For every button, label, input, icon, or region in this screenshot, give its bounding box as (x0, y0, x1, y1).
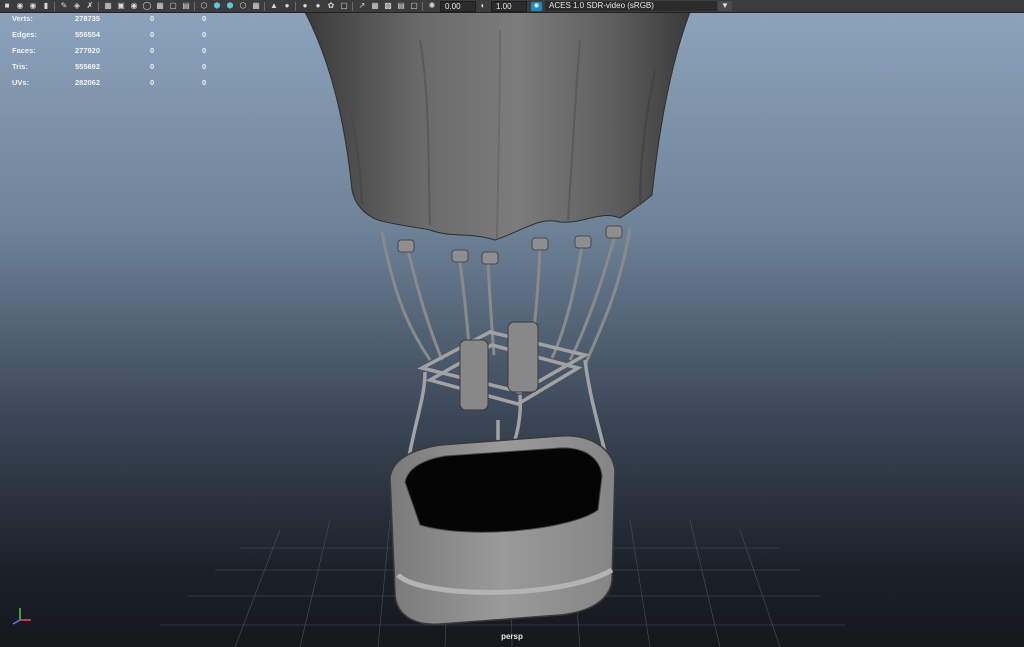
hud-value: 556554 (75, 30, 101, 39)
hud-value: 0 (202, 30, 207, 39)
depth-of-field-icon[interactable]: ✿ (325, 1, 337, 11)
grid-icon[interactable]: ▦ (102, 1, 114, 11)
toolbar-separator (422, 1, 423, 11)
safe-title-icon[interactable]: ▤ (180, 1, 192, 11)
wireframe-icon[interactable]: ⬡ (198, 1, 210, 11)
hud-value: 0 (150, 62, 155, 71)
image-plane-icon[interactable]: ◈ (71, 1, 83, 11)
chevron-down-icon[interactable]: ▼ (718, 1, 732, 11)
gamma-field[interactable]: 1.00 (491, 0, 527, 12)
toolbar-separator (295, 1, 296, 11)
hud-value: 0 (150, 14, 155, 23)
backface-culling-icon[interactable]: ▤ (395, 1, 407, 11)
gate-mask-icon[interactable]: ◯ (141, 1, 153, 11)
camera-icon[interactable]: ■ (1, 1, 13, 11)
xray-active-components-icon[interactable]: ▩ (382, 1, 394, 11)
bookmark-camera-icon[interactable]: ◉ (27, 1, 39, 11)
toolbar-separator (352, 1, 353, 11)
lights-icon[interactable]: ▦ (250, 1, 262, 11)
color-space-dropdown[interactable]: ACES 1.0 SDR-video (sRGB) (545, 1, 717, 11)
2d-pan-zoom-icon[interactable]: ✗ (84, 1, 96, 11)
hud-value: 0 (202, 78, 207, 87)
exposure-icon[interactable]: ✺ (426, 1, 438, 11)
scene-3d-view[interactable] (0, 0, 1024, 647)
field-chart-icon[interactable]: ▦ (154, 1, 166, 11)
hud-value: 0 (150, 30, 155, 39)
hud-value: 0 (150, 78, 155, 87)
hud-label: Faces: (12, 46, 36, 55)
toolbar-separator (264, 1, 265, 11)
exposure-field[interactable]: 0.00 (440, 0, 476, 12)
wireframe-on-shaded-icon[interactable]: ⬢ (224, 1, 236, 11)
hud-label: Tris: (12, 62, 28, 71)
rigging-ropes (380, 227, 632, 366)
hud-value: 277920 (75, 46, 101, 55)
toolbar-separator (98, 1, 99, 11)
grease-pencil-icon[interactable]: ✎ (58, 1, 70, 11)
film-gate-icon[interactable]: ▣ (115, 1, 127, 11)
camera-attributes-icon[interactable]: ◉ (14, 1, 26, 11)
toolbar-separator (194, 1, 195, 11)
camera-label: persp (501, 632, 523, 641)
smooth-shade-icon[interactable]: ⬢ (211, 1, 223, 11)
color-space-value: ACES 1.0 SDR-video (sRGB) (549, 1, 654, 10)
toolbar-separator (54, 1, 55, 11)
hud-label: Edges: (12, 30, 38, 39)
hud-value: 0 (202, 14, 207, 23)
screen-space-ao-icon[interactable]: ● (281, 1, 293, 11)
gamma-icon[interactable]: ◐ (477, 1, 489, 11)
hud-value: 0 (202, 46, 207, 55)
hud-value: 282062 (75, 78, 101, 87)
motion-blur-icon[interactable]: ● (299, 1, 311, 11)
hud-value: 555692 (75, 62, 101, 71)
anti-aliasing-icon[interactable]: ● (312, 1, 324, 11)
viewport-toolbar: ■ ◉ ◉ ▮ ✎ ◈ ✗ ▦ ▣ ◉ ◯ ▦ ▢ ▤ ⬡ ⬢ ⬢ ⬡ ▦ ▲ … (0, 0, 1024, 13)
balloon-envelope (304, 11, 691, 241)
textured-icon[interactable]: ⬡ (237, 1, 249, 11)
hud-value: 0 (150, 46, 155, 55)
basket (389, 435, 616, 625)
axis-gizmo-icon (12, 608, 31, 625)
ui-icon[interactable]: ▢ (408, 1, 420, 11)
bookmark-icon[interactable]: ▮ (40, 1, 52, 11)
hud-label: UVs: (12, 78, 30, 87)
safe-action-icon[interactable]: ▢ (167, 1, 179, 11)
resolution-gate-icon[interactable]: ◉ (128, 1, 140, 11)
xray-icon[interactable]: ↗ (356, 1, 368, 11)
xray-joints-icon[interactable]: ▦ (369, 1, 381, 11)
hud-label: Verts: (12, 14, 33, 23)
hud-value: 0 (202, 62, 207, 71)
isolate-select-icon[interactable]: ▢ (338, 1, 350, 11)
shadows-icon[interactable]: ▲ (268, 1, 280, 11)
color-management-toggle-icon[interactable]: ◉ (531, 1, 542, 11)
hud-value: 278735 (75, 14, 101, 23)
